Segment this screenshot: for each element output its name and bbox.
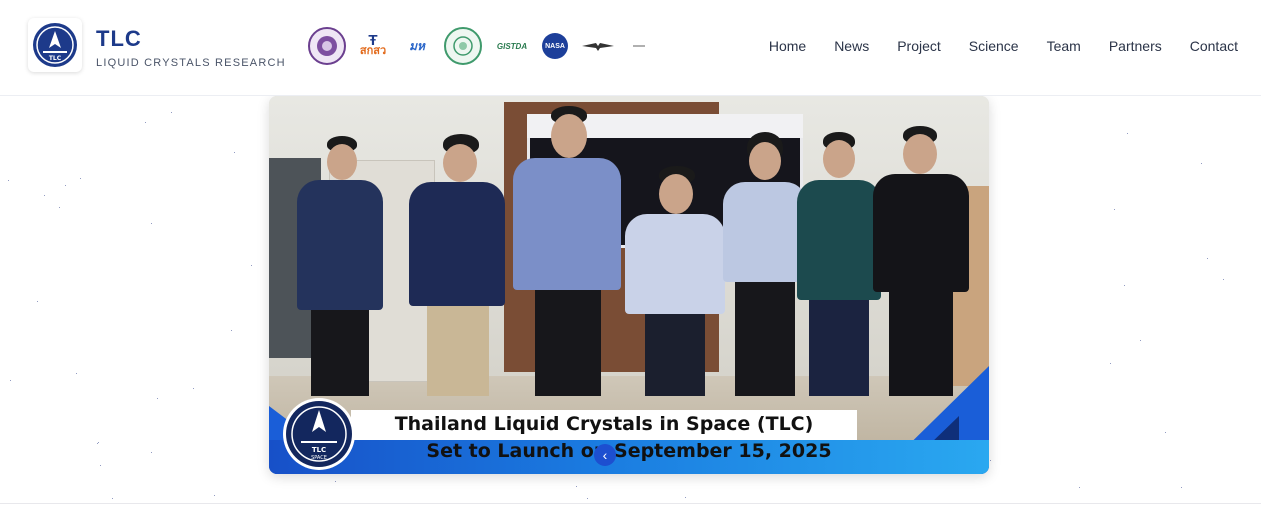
speckle xyxy=(157,398,158,399)
main-nav: Home News Project Science Team Partners … xyxy=(741,38,1238,54)
speckle xyxy=(8,180,9,181)
team-member-photo xyxy=(873,126,969,396)
carousel-prev-button[interactable]: ‹ xyxy=(594,444,616,466)
speckle xyxy=(1140,340,1141,341)
nav-contact[interactable]: Contact xyxy=(1190,38,1238,54)
nav-news[interactable]: News xyxy=(834,38,869,54)
tsri-logo: Ŧ สกสว xyxy=(359,32,387,57)
slide-caption: Thailand Liquid Crystals in Space (TLC) … xyxy=(269,366,989,474)
team-member-photo xyxy=(625,166,725,396)
svg-text:TLC: TLC xyxy=(49,55,62,62)
speckle xyxy=(100,465,101,466)
speckle xyxy=(97,443,98,444)
speckle xyxy=(44,195,45,196)
speckle xyxy=(145,122,146,123)
nav-home[interactable]: Home xyxy=(769,38,806,54)
team-member-photo xyxy=(297,136,383,396)
brand-title: TLC xyxy=(96,26,142,51)
mu-logo: มห xyxy=(409,38,425,53)
tlc-space-logo-icon: TLC xyxy=(33,23,77,67)
speckle xyxy=(1124,285,1125,286)
university-seal-purple-logo xyxy=(308,27,346,65)
speckle xyxy=(251,265,252,266)
speckle xyxy=(685,497,686,498)
caption-title: Thailand Liquid Crystals in Space (TLC) xyxy=(394,413,814,435)
speckle xyxy=(234,152,235,153)
green-seal-logo xyxy=(444,27,482,65)
speckle xyxy=(98,442,99,443)
team-member-photo xyxy=(409,134,505,396)
speckle xyxy=(1223,279,1224,280)
speckle xyxy=(990,460,991,461)
speckle xyxy=(80,178,81,179)
speckle xyxy=(59,207,60,208)
nasa-logo: NASA xyxy=(542,33,568,59)
speckle xyxy=(10,380,11,381)
nav-partners[interactable]: Partners xyxy=(1109,38,1162,54)
speckle xyxy=(151,223,152,224)
svg-text:TLC: TLC xyxy=(312,446,326,454)
speckle xyxy=(1114,209,1115,210)
hero-carousel[interactable]: Thailand Liquid Crystals in Space (TLC) … xyxy=(269,96,989,474)
speckle xyxy=(1207,258,1208,259)
speckle xyxy=(171,112,172,113)
partner-logos: Ŧ สกสว มห GISTDA NASA xyxy=(308,27,650,65)
speckle xyxy=(112,498,113,499)
tlc-space-badge-icon: TLC SPACE xyxy=(283,398,355,470)
speckle xyxy=(1181,487,1182,488)
small-faded-logo xyxy=(628,29,650,63)
speckle xyxy=(576,486,577,487)
brand-subtitle: LIQUID CRYSTALS RESEARCH xyxy=(96,57,286,69)
svg-text:SPACE: SPACE xyxy=(311,455,327,461)
speckle xyxy=(1165,432,1166,433)
speckle xyxy=(231,330,232,331)
nav-project[interactable]: Project xyxy=(897,38,941,54)
speckle xyxy=(76,373,77,374)
speckle xyxy=(1127,133,1128,134)
speckle xyxy=(65,185,66,186)
team-member-photo xyxy=(723,132,807,396)
site-logo[interactable]: TLC xyxy=(28,18,82,72)
caption-launch-date: Set to Launch on September 15, 2025 xyxy=(426,440,832,462)
nav-science[interactable]: Science xyxy=(969,38,1019,54)
speckle xyxy=(1201,163,1202,164)
speckle xyxy=(151,452,152,453)
speckle xyxy=(193,388,194,389)
speckle xyxy=(1079,487,1080,488)
gistda-logo: GISTDA xyxy=(496,41,528,51)
speckle xyxy=(1110,363,1111,364)
section-divider xyxy=(0,503,1261,504)
nav-team[interactable]: Team xyxy=(1047,38,1081,54)
speckle xyxy=(37,301,38,302)
speckle xyxy=(335,481,336,482)
speckle xyxy=(587,498,588,499)
speckle xyxy=(214,495,215,496)
team-member-photo xyxy=(797,132,881,396)
team-member-photo xyxy=(513,106,621,396)
air-force-wings-logo xyxy=(578,29,618,63)
site-header: TLC TLC LIQUID CRYSTALS RESEARCH Ŧ สกสว … xyxy=(0,0,1261,96)
chevron-left-icon: ‹ xyxy=(602,447,608,463)
